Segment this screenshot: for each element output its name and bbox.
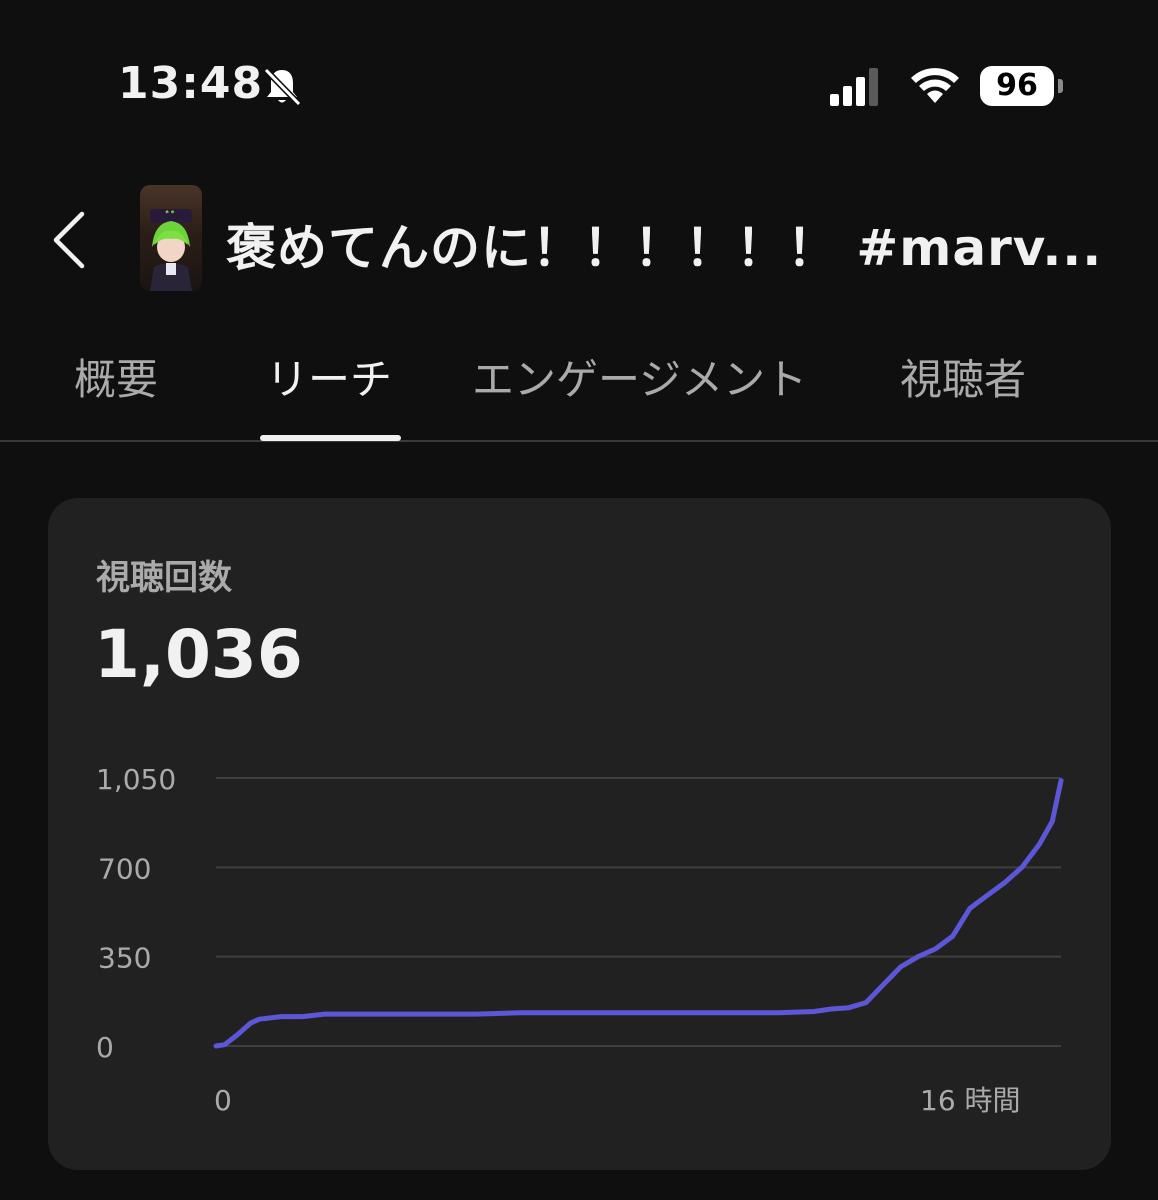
battery-indicator: 96 [980, 66, 1070, 108]
battery-level: 96 [980, 66, 1054, 106]
status-bar: 13:48 96 [0, 0, 1158, 170]
back-arrow-icon[interactable] [50, 210, 90, 270]
video-header: ﾞﾞ 褒めてんのに！！！！！！ #marv... [0, 170, 1158, 320]
tab-audience[interactable]: 視聴者 [900, 346, 1026, 407]
views-series-line [213, 778, 1064, 1049]
y-tick-label: 0 [96, 1031, 114, 1064]
svg-text:ﾞﾞ: ﾞﾞ [165, 209, 177, 223]
thumbnail-image: ﾞﾞ [150, 209, 192, 291]
y-tick-label: 700 [98, 852, 151, 885]
video-title: 褒めてんのに！！！！！！ #marv... [226, 219, 1103, 277]
bell-slash-icon [263, 67, 302, 107]
video-thumbnail: ﾞﾞ [140, 185, 202, 291]
battery-tip [1058, 79, 1063, 93]
tab-overview[interactable]: 概要 [74, 346, 158, 407]
status-time: 13:48 [118, 58, 264, 109]
cellular-signal-icon [830, 68, 878, 106]
x-tick-label: 16 時間 [920, 1084, 1021, 1117]
views-line-chart: 1,050 700 350 0 0 16 時間 [96, 763, 1064, 1117]
wifi-icon [911, 68, 959, 103]
analytics-tabs: 概要 リーチ エンゲージメント 視聴者 [0, 330, 1158, 442]
y-tick-label: 1,050 [96, 763, 176, 796]
views-card: 視聴回数 1,036 1,050 700 350 0 0 16 時間 [48, 498, 1111, 1170]
tab-engagement[interactable]: エンゲージメント [472, 346, 807, 407]
active-tab-indicator [260, 435, 401, 441]
tab-reach[interactable]: リーチ [266, 346, 392, 407]
x-tick-label: 0 [214, 1084, 232, 1117]
y-tick-label: 350 [98, 942, 151, 975]
